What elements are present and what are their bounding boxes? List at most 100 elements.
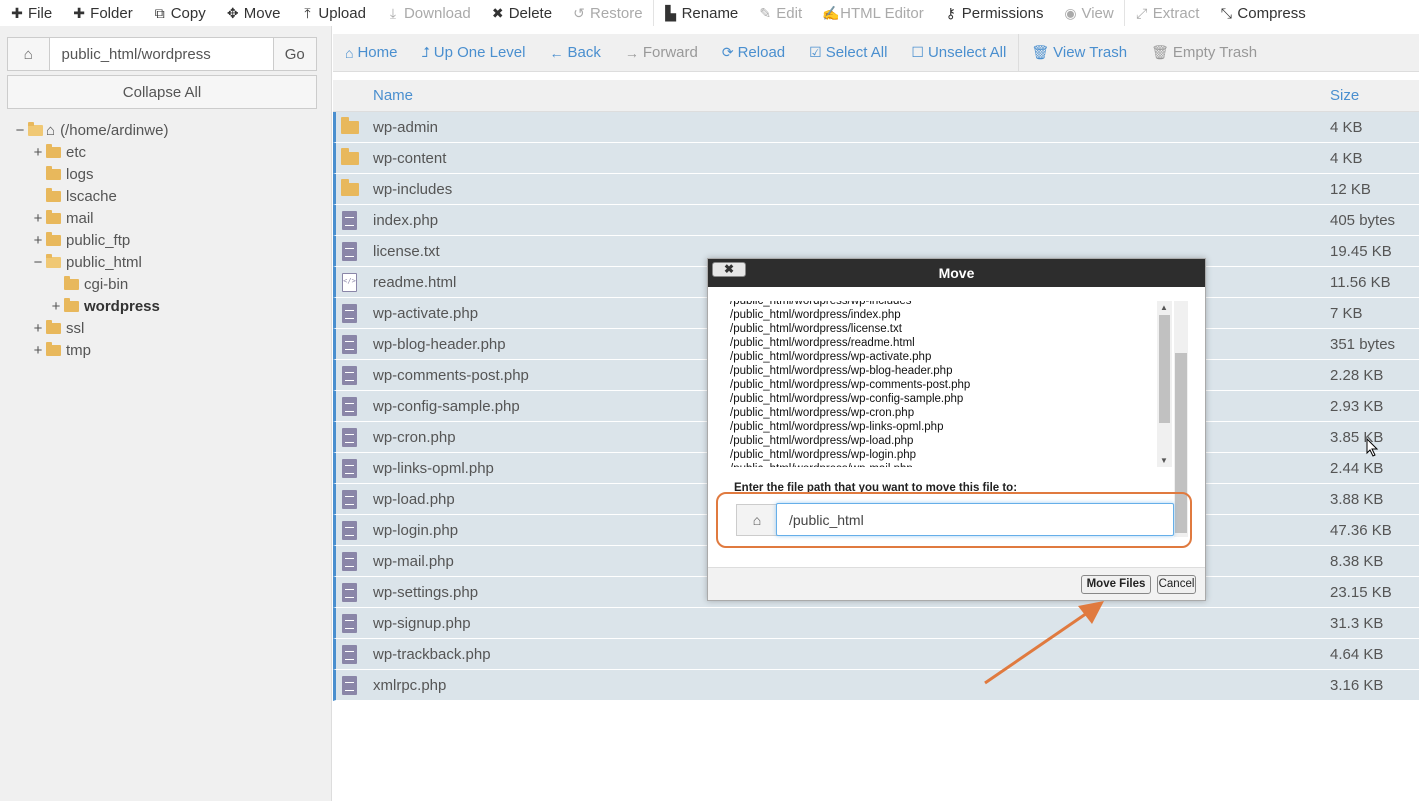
delete-button[interactable]: ✖ Delete [481, 0, 562, 26]
scroll-up-icon[interactable]: ▲ [1160, 303, 1168, 312]
reload-button[interactable]: ⟳ Reload [710, 34, 797, 72]
scrollbar-thumb[interactable] [1159, 315, 1170, 423]
table-row[interactable]: wp-content 4 KB [333, 143, 1419, 174]
upload-icon: ⤒ [304, 4, 311, 21]
tree-item[interactable]: + tmp [0, 339, 332, 361]
key-icon: ⚷ [945, 4, 956, 21]
reload-icon: ⟳ [721, 44, 734, 60]
move-button[interactable]: ✥ Move [216, 0, 291, 26]
file-size: 4 KB [1330, 150, 1363, 167]
home-icon[interactable]: ⌂ [736, 504, 778, 536]
folder-icon [341, 148, 359, 165]
selected-file-path: /public_html/wordpress/wp-blog-header.ph… [730, 365, 953, 377]
new-file-button[interactable]: ✚ File [0, 0, 62, 26]
select-all-button[interactable]: ☑ Select All [797, 34, 899, 72]
download-button[interactable]: ⤓ Download [376, 0, 481, 26]
tree-item[interactable]: + etc [0, 141, 332, 163]
html-editor-button[interactable]: ✍ HTML Editor [812, 0, 934, 26]
table-row[interactable]: index.php 405 bytes [333, 205, 1419, 236]
file-name: wp-load.php [373, 491, 455, 508]
expand-icon[interactable]: + [32, 320, 44, 337]
home-icon[interactable]: ⌂ [8, 38, 50, 70]
file-list-header: Name Size [333, 80, 1419, 112]
view-trash-button[interactable]: 🗑 View Trash [1019, 34, 1139, 72]
folder-icon [46, 165, 61, 180]
compress-button[interactable]: ⤡ Compress [1209, 0, 1315, 26]
file-name: wp-admin [373, 119, 439, 136]
upload-button[interactable]: ⤒ Upload [290, 0, 376, 26]
tree-item[interactable]: − public_html [0, 251, 332, 273]
file-name: wp-content [373, 150, 447, 167]
expand-icon[interactable]: + [50, 298, 62, 315]
collapse-all-button[interactable]: Collapse All [7, 75, 317, 109]
collapse-icon[interactable]: − [32, 254, 44, 271]
expand-icon[interactable]: + [32, 144, 44, 161]
file-name: wp-links-opml.php [373, 460, 494, 477]
copy-icon: ⧉ [154, 4, 165, 21]
edit-icon: ✍ [822, 4, 840, 21]
permissions-button[interactable]: ⚷ Permissions [934, 0, 1054, 26]
arrow-left-icon: ← [549, 44, 564, 61]
file-icon [342, 614, 357, 633]
forward-button[interactable]: → Forward [613, 34, 710, 72]
move-dialog: Move ✖ /public_html/wordpress/wp-include… [707, 258, 1206, 601]
file-name: wp-signup.php [373, 615, 471, 632]
file-name: license.txt [373, 243, 440, 260]
scroll-down-icon[interactable]: ▼ [1160, 456, 1168, 465]
new-folder-button[interactable]: ✚ Folder [62, 0, 143, 26]
table-row[interactable]: wp-signup.php 31.3 KB [333, 608, 1419, 639]
expand-icon[interactable]: + [32, 210, 44, 227]
move-icon: ✥ [226, 4, 239, 21]
tree-item-label: logs [66, 165, 94, 183]
tree-item[interactable]: + mail [0, 207, 332, 229]
table-row[interactable]: wp-admin 4 KB [333, 112, 1419, 143]
file-icon [342, 521, 357, 540]
file-size: 12 KB [1330, 181, 1371, 198]
tree-item[interactable]: + wordpress [0, 295, 332, 317]
folder-icon [46, 209, 61, 224]
go-button[interactable]: Go [272, 38, 316, 70]
expand-icon[interactable]: + [32, 342, 44, 359]
copy-button[interactable]: ⧉ Copy [143, 0, 216, 26]
file-icon [342, 459, 357, 478]
table-row[interactable]: wp-trackback.php 4.64 KB [333, 639, 1419, 670]
nav-home-button[interactable]: ⌂ Home [333, 34, 409, 72]
tree-item[interactable]: cgi-bin [0, 273, 332, 295]
view-button[interactable]: ◉ View [1053, 0, 1123, 26]
move-files-button[interactable]: Move Files [1081, 575, 1151, 594]
close-button[interactable]: ✖ [712, 262, 746, 277]
path-input[interactable] [49, 38, 273, 70]
tree-item-label: tmp [66, 341, 92, 359]
file-size: 2.44 KB [1330, 460, 1384, 477]
edit-button[interactable]: ✎ Edit [748, 0, 812, 26]
tree-item[interactable]: + ssl [0, 317, 332, 339]
collapse-icon[interactable]: − [14, 122, 26, 139]
cancel-button[interactable]: Cancel [1157, 575, 1196, 594]
expand-icon[interactable]: + [32, 232, 44, 249]
selected-files-list[interactable]: /public_html/wordpress/wp-includes/publi… [730, 301, 1178, 467]
selected-file-path: /public_html/wordpress/wp-login.php [730, 449, 917, 461]
back-button[interactable]: ← Back [537, 34, 612, 72]
file-size: 405 bytes [1330, 212, 1396, 229]
name-column-header[interactable]: Name [373, 87, 413, 104]
up-one-level-button[interactable]: ⮥ Up One Level [409, 34, 537, 72]
file-icon [342, 397, 357, 416]
unselect-all-button[interactable]: ☐ Unselect All [899, 34, 1018, 72]
table-row[interactable]: wp-includes 12 KB [333, 174, 1419, 205]
tree-item-label: cgi-bin [84, 275, 129, 293]
file-name: wp-includes [373, 181, 453, 198]
tree-item[interactable]: lscache [0, 185, 332, 207]
compress-icon: ⤡ [1220, 4, 1232, 21]
tree-item[interactable]: + public_ftp [0, 229, 332, 251]
extract-button[interactable]: ⤢ Extract [1125, 0, 1210, 26]
tree-item[interactable]: − ⌂ (/home/ardinwe) [0, 119, 332, 141]
table-row[interactable]: xmlrpc.php 3.16 KB [333, 670, 1419, 701]
empty-trash-button[interactable]: 🗑 Empty Trash [1139, 34, 1269, 72]
tree-item[interactable]: logs [0, 163, 332, 185]
file-list-scrollbar[interactable]: ▲ ▼ [1157, 301, 1172, 467]
rename-button[interactable]: ▙ Rename [654, 0, 749, 26]
restore-button[interactable]: ↺ Restore [562, 0, 653, 26]
size-column-header[interactable]: Size [1330, 87, 1359, 104]
destination-path-input[interactable] [776, 503, 1174, 536]
pencil-icon: ✎ [759, 4, 772, 21]
